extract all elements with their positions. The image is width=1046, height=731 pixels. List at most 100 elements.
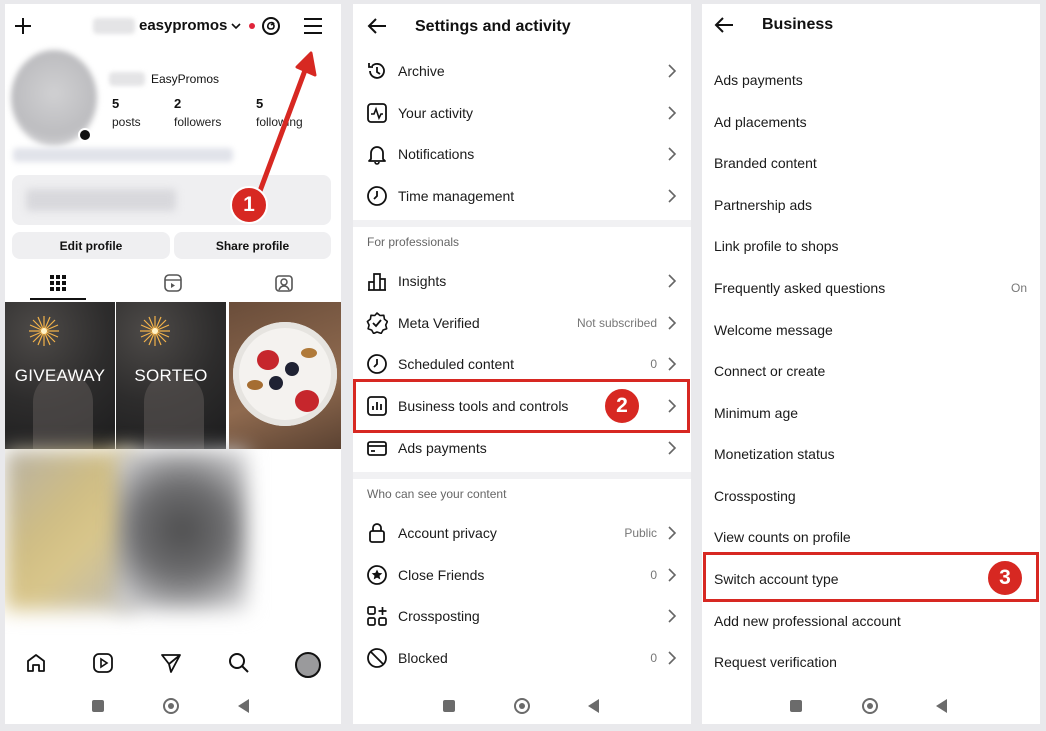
settings-item-time-management[interactable]: Time management [353, 178, 691, 214]
settings-item-insights[interactable]: Insights [353, 263, 691, 299]
share-profile-button[interactable]: Share profile [174, 232, 331, 259]
settings-item-your-activity[interactable]: Your activity [353, 95, 691, 131]
page-title: Business [762, 16, 834, 33]
back-system-icon[interactable] [238, 699, 249, 713]
recent-apps-icon[interactable] [443, 700, 455, 712]
business-item-link-profile-to-shops[interactable]: Link profile to shops [714, 238, 839, 254]
business-item-view-counts[interactable]: View counts on profile [714, 529, 851, 545]
settings-item-scheduled-content[interactable]: Scheduled content 0 [353, 346, 691, 382]
chevron-right-icon [668, 609, 677, 623]
home-icon[interactable] [25, 652, 47, 674]
settings-item-blocked[interactable]: Blocked 0 [353, 640, 691, 676]
step-badge: 1 [230, 186, 268, 224]
section-separator [353, 472, 691, 479]
settings-item-label: Blocked [398, 650, 448, 666]
system-nav-bar [353, 694, 691, 720]
username-text: easypromos [139, 17, 228, 34]
back-system-icon[interactable] [936, 699, 947, 713]
system-nav-bar [5, 694, 341, 720]
tab-grid[interactable] [30, 266, 86, 300]
business-item-monetization-status[interactable]: Monetization status [714, 446, 835, 462]
chevron-right-icon [668, 316, 677, 330]
reels-nav-icon[interactable] [92, 652, 114, 674]
star-icon [367, 565, 387, 585]
post-tile-text: GIVEAWAY [14, 366, 106, 385]
back-system-icon[interactable] [588, 699, 599, 713]
business-item-ads-payments[interactable]: Ads payments [714, 72, 803, 88]
tab-reels[interactable] [145, 266, 201, 300]
section-heading: For professionals [367, 235, 460, 249]
recent-apps-icon[interactable] [92, 700, 104, 712]
settings-item-label: Close Friends [398, 567, 485, 583]
crosspost-icon [367, 606, 387, 626]
send-icon[interactable] [160, 652, 182, 674]
recent-apps-icon[interactable] [790, 700, 802, 712]
settings-item-label: Archive [398, 63, 445, 79]
settings-item-notifications[interactable]: Notifications [353, 136, 691, 172]
settings-item-close-friends[interactable]: Close Friends 0 [353, 557, 691, 593]
home-system-icon[interactable] [163, 698, 179, 714]
settings-item-meta-verified[interactable]: Meta Verified Not subscribed [353, 305, 691, 341]
settings-panel: Settings and activity Archive Your activ… [353, 4, 691, 724]
blurred-post-tile[interactable] [5, 450, 135, 610]
chevron-right-icon [668, 357, 677, 371]
red-arrow-annotation [254, 51, 317, 202]
business-item-crossposting[interactable]: Crossposting [714, 488, 796, 504]
clock-icon [367, 186, 387, 206]
business-item-add-professional-account[interactable]: Add new professional account [714, 613, 901, 629]
chevron-right-icon [668, 106, 677, 120]
stat-posts[interactable]: 5 posts [112, 96, 141, 129]
step-badge: 3 [986, 559, 1024, 597]
settings-item-archive[interactable]: Archive [353, 53, 691, 89]
blueberry-image [285, 362, 299, 376]
avatar-add-badge[interactable] [78, 128, 92, 142]
blurred-post-tile[interactable] [117, 450, 247, 610]
chevron-right-icon [668, 189, 677, 203]
tab-tagged[interactable] [256, 266, 312, 300]
bottom-navigation [5, 652, 341, 682]
stat-followers[interactable]: 2 followers [174, 96, 221, 129]
plus-icon[interactable] [13, 16, 33, 36]
business-panel: Business Ads payments Ad placements Bran… [702, 4, 1040, 724]
threads-icon[interactable] [261, 16, 281, 36]
profile-nav-avatar[interactable] [295, 652, 321, 678]
business-item-request-verification[interactable]: Request verification [714, 654, 837, 670]
business-item-branded-content[interactable]: Branded content [714, 155, 817, 171]
settings-item-crossposting[interactable]: Crossposting [353, 598, 691, 634]
blocked-icon [367, 648, 387, 668]
yogurt-bowl-image [233, 322, 337, 426]
post-tile[interactable]: SORTEO [116, 302, 226, 449]
strawberry-image [257, 350, 279, 370]
edit-profile-button[interactable]: Edit profile [12, 232, 170, 259]
business-item-faq[interactable]: Frequently asked questions [714, 280, 885, 296]
business-item-connect-or-create[interactable]: Connect or create [714, 363, 825, 379]
strawberry-image [295, 390, 319, 412]
business-item-welcome-message[interactable]: Welcome message [714, 322, 833, 338]
home-system-icon[interactable] [862, 698, 878, 714]
hamburger-menu-icon[interactable] [303, 17, 323, 35]
archive-icon [368, 63, 385, 79]
business-item-ad-placements[interactable]: Ad placements [714, 114, 807, 130]
settings-item-label: Notifications [398, 146, 475, 162]
post-tile[interactable]: GIVEAWAY [5, 302, 115, 449]
settings-item-account-privacy[interactable]: Account privacy Public [353, 515, 691, 551]
blurred-username-prefix [93, 17, 135, 34]
back-arrow-icon[interactable] [367, 17, 387, 35]
settings-item-label: Account privacy [398, 525, 497, 541]
blurred-dashboard-text [26, 189, 176, 211]
verified-icon [366, 312, 388, 334]
nut-image [247, 380, 263, 390]
business-item-minimum-age[interactable]: Minimum age [714, 405, 798, 421]
search-icon[interactable] [228, 652, 250, 674]
display-name-text: EasyPromos [151, 72, 220, 86]
username-switcher[interactable]: easypromos [93, 17, 256, 34]
home-system-icon[interactable] [514, 698, 530, 714]
business-item-partnership-ads[interactable]: Partnership ads [714, 197, 812, 213]
back-arrow-icon[interactable] [714, 16, 734, 34]
settings-item-ads-payments[interactable]: Ads payments [353, 430, 691, 466]
chevron-right-icon [668, 441, 677, 455]
stat-label: posts [112, 115, 141, 129]
settings-item-label: Meta Verified [398, 315, 480, 331]
lock-icon [369, 523, 385, 543]
post-tile[interactable] [229, 302, 341, 449]
